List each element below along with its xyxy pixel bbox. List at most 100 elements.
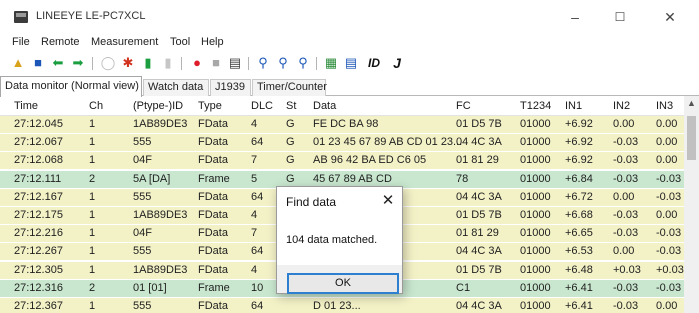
cell-t1234: 01000 bbox=[520, 263, 551, 276]
table-row[interactable]: 27:12.067 1 555 FData 64 G 01 23 45 67 89 AB C… bbox=[0, 134, 684, 153]
cell-in1: +6.72 bbox=[565, 190, 593, 203]
cell-ch: 1 bbox=[89, 209, 96, 221]
cell-in2: -0.03 bbox=[613, 209, 639, 221]
cell-time: 27:12.267 bbox=[14, 245, 63, 258]
minimize-button[interactable]: – bbox=[555, 5, 595, 29]
cell-time: 27:12.045 bbox=[14, 118, 63, 130]
scroll-up-icon[interactable]: ▲ bbox=[687, 98, 696, 108]
scrollbar-thumb[interactable] bbox=[687, 116, 696, 160]
back-arrow-icon[interactable]: ⬅ bbox=[50, 55, 66, 71]
cell-time: 27:12.305 bbox=[14, 263, 63, 276]
dialog-close-button[interactable]: ✕ bbox=[379, 191, 397, 209]
cell-fc: C1 bbox=[456, 281, 471, 294]
search-prev-icon[interactable]: ⚲ bbox=[295, 55, 311, 71]
column-header-type[interactable]: Type bbox=[198, 100, 222, 112]
cell-fc: 04 4C 3A bbox=[456, 300, 502, 312]
tab-data-monitor[interactable]: Data monitor (Normal view) bbox=[0, 76, 142, 97]
cell-id: 1AB89DE3 bbox=[133, 209, 188, 221]
cell-t1234: 01000 bbox=[520, 136, 551, 149]
menu-file[interactable]: File bbox=[12, 36, 30, 48]
column-header-st[interactable]: St bbox=[286, 100, 296, 112]
column-header-in1[interactable]: IN1 bbox=[565, 100, 582, 112]
filter-icon[interactable]: ✱ bbox=[120, 55, 136, 71]
dialog-message: 104 data matched. bbox=[286, 234, 378, 246]
cell-st: G bbox=[286, 118, 295, 130]
maximize-button[interactable]: ☐ bbox=[600, 5, 640, 29]
table-row[interactable]: 27:12.367 1 555 FData 64 D 01 23... 04 4C 3A 01… bbox=[0, 298, 684, 313]
cell-in1: +6.68 bbox=[565, 209, 593, 221]
toolbar-separator bbox=[316, 57, 317, 70]
cell-fc: 01 81 29 bbox=[456, 227, 499, 240]
cell-dlc: 64 bbox=[251, 245, 264, 258]
menu-help[interactable]: Help bbox=[201, 36, 224, 48]
cell-type: FData bbox=[198, 136, 228, 149]
table-row[interactable]: 27:12.068 1 04F FData 7 G AB 96 42 BA ED C6 05… bbox=[0, 152, 684, 171]
cell-type: FData bbox=[198, 245, 228, 258]
search-next-icon[interactable]: ⚲ bbox=[275, 55, 291, 71]
cell-time: 27:12.167 bbox=[14, 190, 63, 203]
cell-time: 27:12.367 bbox=[14, 300, 63, 312]
bar-chart-icon[interactable]: ▮ bbox=[140, 55, 156, 71]
cell-dlc: 4 bbox=[251, 209, 258, 221]
cell-t1234: 01000 bbox=[520, 227, 551, 240]
cell-t1234: 01000 bbox=[520, 154, 551, 167]
cell-in1: +6.48 bbox=[565, 263, 593, 276]
close-button[interactable]: ✕ bbox=[650, 5, 690, 29]
vertical-scrollbar[interactable]: ▲ bbox=[684, 96, 699, 313]
cell-in2: -0.03 bbox=[613, 172, 639, 185]
cell-in1: +6.53 bbox=[565, 245, 593, 258]
cell-id: 1AB89DE3 bbox=[133, 118, 188, 130]
cell-type: FData bbox=[198, 227, 228, 240]
menu-remote[interactable]: Remote bbox=[41, 36, 80, 48]
disc-icon[interactable]: ◯ bbox=[100, 55, 116, 71]
print-icon[interactable]: ▤ bbox=[227, 55, 243, 71]
cell-in2: 0.00 bbox=[613, 118, 635, 130]
save-icon[interactable]: ■ bbox=[30, 55, 46, 71]
cell-time: 27:12.316 bbox=[14, 281, 63, 294]
record-icon[interactable]: ● bbox=[189, 55, 205, 71]
tab-timer-counter[interactable]: Timer/Counter bbox=[252, 79, 327, 96]
toolbar-separator bbox=[92, 57, 93, 70]
menu-tool[interactable]: Tool bbox=[170, 36, 190, 48]
menu-measurement[interactable]: Measurement bbox=[91, 36, 158, 48]
search-icon[interactable]: ⚲ bbox=[255, 55, 271, 71]
title-bar: LINEEYE LE-PC7XCL – ☐ ✕ bbox=[0, 0, 699, 34]
copy-icon[interactable]: ▦ bbox=[323, 55, 339, 71]
j-icon[interactable]: J bbox=[389, 55, 405, 71]
tab-watch-data[interactable]: Watch data bbox=[143, 79, 209, 96]
forward-arrow-icon[interactable]: ➡ bbox=[70, 55, 86, 71]
table-row[interactable]: 27:12.045 1 1AB89DE3 FData 4 G FE DC BA 98 01 D… bbox=[0, 116, 684, 134]
column-header-t1234[interactable]: T1234 bbox=[520, 100, 551, 112]
list-icon[interactable]: ▤ bbox=[343, 55, 359, 71]
column-header-in2[interactable]: IN2 bbox=[613, 100, 630, 112]
cell-st: G bbox=[286, 136, 295, 149]
ok-button[interactable]: OK bbox=[287, 273, 399, 294]
cell-in3: 0.00 bbox=[656, 118, 678, 130]
cell-in2: -0.03 bbox=[613, 136, 639, 149]
cell-type: FData bbox=[198, 118, 228, 130]
id-icon[interactable]: ID bbox=[362, 55, 386, 71]
column-header-time[interactable]: Time bbox=[14, 100, 38, 112]
cell-data: 45 67 89 AB CD bbox=[313, 172, 392, 185]
dialog-title: Find data bbox=[286, 195, 337, 209]
column-header-id[interactable]: (Ptype-)ID bbox=[133, 100, 183, 112]
cell-type: FData bbox=[198, 209, 228, 221]
cell-in3: 0.00 bbox=[656, 300, 678, 312]
cell-in1: +6.65 bbox=[565, 227, 593, 240]
column-header-dlc[interactable]: DLC bbox=[251, 100, 273, 112]
cell-type: FData bbox=[198, 263, 228, 276]
column-header-data[interactable]: Data bbox=[313, 100, 336, 112]
column-header-in3[interactable]: IN3 bbox=[656, 100, 673, 112]
cell-id: 04F bbox=[133, 227, 152, 240]
column-header-fc[interactable]: FC bbox=[456, 100, 471, 112]
column-header-ch[interactable]: Ch bbox=[89, 100, 103, 112]
cell-dlc: 7 bbox=[251, 227, 258, 240]
open-folder-icon[interactable]: ▲ bbox=[10, 55, 26, 71]
cell-type: FData bbox=[198, 190, 228, 203]
cell-data: D 01 23... bbox=[313, 300, 361, 312]
cell-ch: 1 bbox=[89, 118, 96, 130]
cell-in2: 0.00 bbox=[613, 245, 635, 258]
tab-j1939[interactable]: J1939 bbox=[210, 79, 251, 96]
cell-id: 555 bbox=[133, 245, 152, 258]
cell-in2: -0.03 bbox=[613, 300, 639, 312]
